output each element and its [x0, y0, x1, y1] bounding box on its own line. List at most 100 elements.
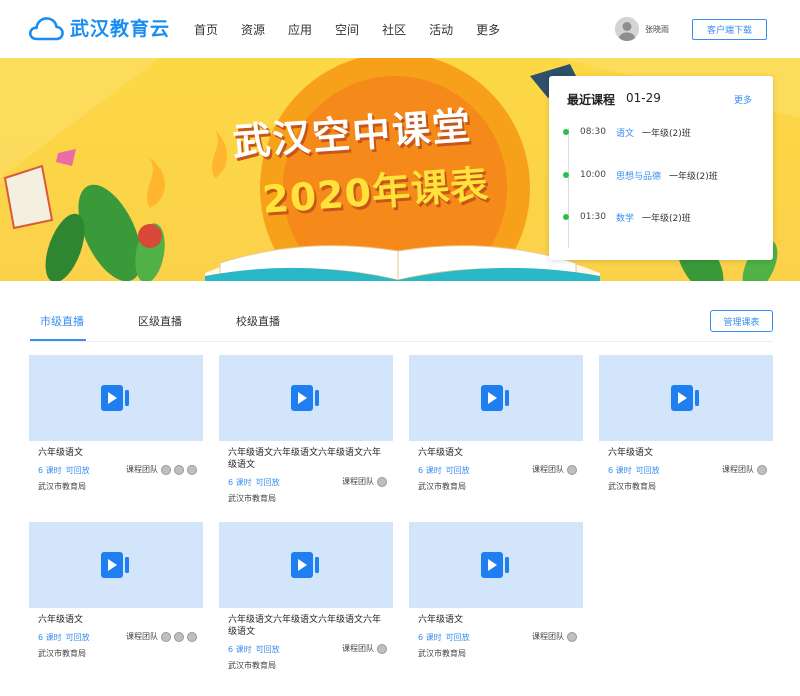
course-card[interactable]: 六年级语文六年级语文六年级语文六年级语文 6 课时 可回放 课程团队 武汉市教育局 [219, 355, 393, 504]
course-team[interactable]: 课程团队 [722, 464, 767, 475]
course-card[interactable]: 六年级语文 6 课时 可回放 课程团队武汉市教育局 [409, 355, 583, 492]
cloud-logo-icon [28, 16, 64, 40]
tab-city-live[interactable]: 市级直播 [40, 313, 84, 329]
course-organization: 武汉市教育局 [418, 482, 466, 491]
course-card[interactable]: 六年级语文六年级语文六年级语文六年级语文 6 课时 可回放 课程团队 武汉市教育局 [219, 522, 393, 671]
team-member-avatar-icon [187, 464, 197, 475]
nav-community[interactable]: 社区 [382, 21, 406, 38]
team-member-avatar-icon [377, 476, 387, 487]
course-card[interactable]: 六年级语文 6 课时 可回放 课程团队 武汉市教育局 [599, 355, 773, 492]
course-team[interactable]: 课程团队 [342, 643, 387, 654]
lesson-subject[interactable]: 数学 [616, 211, 634, 224]
lesson-class: 一年级(2)班 [669, 171, 718, 182]
team-member-avatar-icon [161, 631, 171, 642]
course-thumbnail[interactable] [29, 522, 203, 608]
team-member-avatar-icon [757, 464, 767, 475]
course-meta: 6 课时 可回放 课程团队 [38, 464, 203, 476]
course-card[interactable]: 六年级语文 6 课时 可回放 课程团队 武汉市教育局 [29, 522, 203, 659]
manage-schedule-button[interactable]: 管理课表 [710, 310, 773, 332]
logo[interactable]: 武汉教育云 [28, 14, 170, 41]
lesson-count: 6 课时 [38, 465, 62, 475]
video-play-icon [481, 385, 509, 411]
course-title[interactable]: 六年级语文 [608, 447, 766, 459]
nav-more[interactable]: 更多 [476, 21, 500, 38]
course-team[interactable]: 课程团队 [126, 464, 197, 475]
recent-more-link[interactable]: 更多 [734, 93, 752, 106]
course-thumbnail[interactable] [409, 522, 583, 608]
lesson-subject[interactable]: 思想与品德 [616, 169, 661, 182]
course-title[interactable]: 六年级语文 [38, 447, 196, 459]
course-organization: 武汉市教育局 [38, 482, 86, 491]
tabs-divider [30, 341, 773, 342]
course-team[interactable]: 课程团队 [532, 631, 577, 642]
course-team[interactable]: 课程团队 [532, 464, 577, 475]
team-member-avatar-icon [174, 631, 184, 642]
lesson-class: 一年级(2)班 [642, 128, 691, 139]
team-member-avatar-icon [187, 631, 197, 642]
lesson-time: 01:30 [580, 212, 606, 222]
user-menu[interactable]: 张晓雨 [615, 17, 669, 41]
course-organization: 武汉市教育局 [608, 482, 656, 491]
client-download-button[interactable]: 客户端下载 [692, 19, 767, 40]
team-member-avatar-icon [567, 464, 577, 475]
avatar[interactable] [615, 17, 639, 41]
nav-home[interactable]: 首页 [194, 21, 218, 38]
replay-badge: 可回放 [65, 632, 90, 642]
course-organization: 武汉市教育局 [418, 649, 466, 658]
timeline-dot-icon [563, 214, 569, 220]
course-title[interactable]: 六年级语文 [418, 447, 576, 459]
course-team-label: 课程团队 [722, 465, 754, 474]
user-icon [615, 17, 639, 41]
course-title[interactable]: 六年级语文六年级语文六年级语文六年级语文 [228, 447, 386, 471]
course-thumbnail[interactable] [219, 355, 393, 441]
course-meta: 6 课时 可回放 课程团队 [228, 643, 393, 655]
lesson-count: 6 课时 [418, 465, 442, 475]
lesson-time: 10:00 [580, 170, 606, 180]
course-title[interactable]: 六年级语文 [38, 614, 196, 626]
team-member-avatar-icon [377, 643, 387, 654]
lesson-subject[interactable]: 语文 [616, 126, 634, 139]
course-thumbnail[interactable] [409, 355, 583, 441]
nav-space[interactable]: 空间 [335, 21, 359, 38]
team-member-avatar-icon [174, 464, 184, 475]
course-team-label: 课程团队 [126, 465, 158, 474]
user-name[interactable]: 张晓雨 [645, 24, 669, 35]
course-team[interactable]: 课程团队 [126, 631, 197, 642]
replay-badge: 可回放 [445, 465, 470, 475]
nav-resources[interactable]: 资源 [241, 21, 265, 38]
nav-apps[interactable]: 应用 [288, 21, 312, 38]
course-team[interactable]: 课程团队 [342, 476, 387, 487]
course-thumbnail[interactable] [599, 355, 773, 441]
live-tabs: 市级直播 区级直播 校级直播 [40, 313, 334, 329]
video-play-icon [101, 385, 129, 411]
lesson-count: 6 课时 [228, 477, 252, 487]
course-thumbnail[interactable] [29, 355, 203, 441]
replay-badge: 可回放 [635, 465, 660, 475]
recent-lesson[interactable]: 10:00 思想与品德 一年级(2)班 [563, 168, 718, 182]
video-play-icon [671, 385, 699, 411]
replay-badge: 可回放 [65, 465, 90, 475]
course-meta: 6 课时 可回放 课程团队 [38, 631, 203, 643]
video-play-icon [481, 552, 509, 578]
team-member-avatar-icon [161, 464, 171, 475]
lesson-count: 6 课时 [418, 632, 442, 642]
replay-badge: 可回放 [255, 644, 280, 654]
lesson-count: 6 课时 [38, 632, 62, 642]
team-member-avatar-icon [567, 631, 577, 642]
tab-district-live[interactable]: 区级直播 [138, 313, 182, 329]
course-thumbnail[interactable] [219, 522, 393, 608]
course-card[interactable]: 六年级语文 6 课时 可回放 课程团队武汉市教育局 [29, 355, 203, 492]
course-title[interactable]: 六年级语文六年级语文六年级语文六年级语文 [228, 614, 386, 638]
recent-lesson[interactable]: 01:30 数学 一年级(2)班 [563, 210, 691, 224]
recent-lesson[interactable]: 08:30 语文 一年级(2)班 [563, 125, 691, 139]
tab-school-live[interactable]: 校级直播 [236, 313, 280, 329]
video-play-icon [101, 552, 129, 578]
logo-text: 武汉教育云 [70, 18, 171, 40]
video-play-icon [291, 552, 319, 578]
replay-badge: 可回放 [255, 477, 280, 487]
course-card[interactable]: 六年级语文 6 课时 可回放 课程团队 武汉市教育局 [409, 522, 583, 659]
nav-activities[interactable]: 活动 [429, 21, 453, 38]
course-team-label: 课程团队 [126, 632, 158, 641]
course-organization: 武汉市教育局 [228, 661, 276, 670]
course-title[interactable]: 六年级语文 [418, 614, 576, 626]
